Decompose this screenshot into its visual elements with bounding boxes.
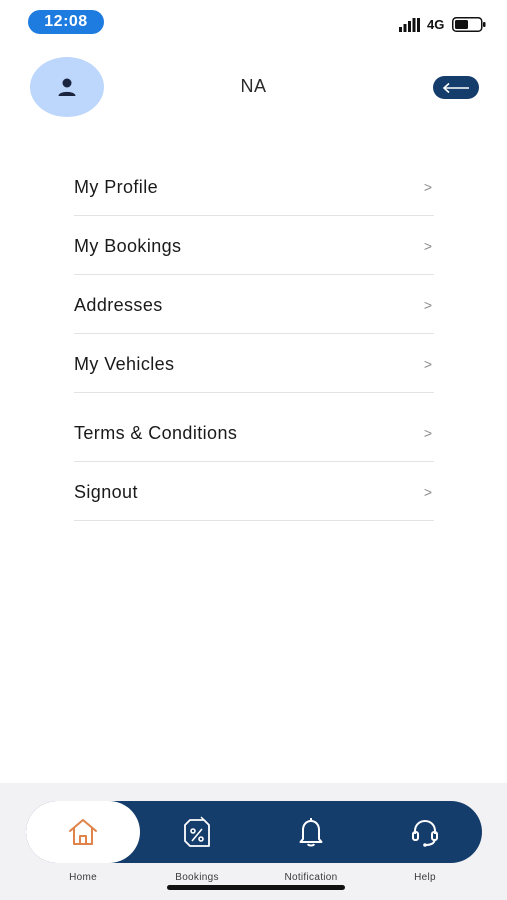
status-time: 12:08 — [28, 10, 104, 34]
nav-label-notification[interactable]: Notification — [261, 872, 361, 883]
menu-item-label: My Profile — [74, 176, 159, 197]
signal-bars-icon — [399, 18, 420, 32]
back-button[interactable] — [433, 76, 479, 99]
menu-item-signout[interactable]: Signout > — [74, 462, 434, 521]
chevron-right-icon: > — [423, 179, 432, 195]
chevron-right-icon: > — [423, 297, 432, 313]
menu-item-label: Addresses — [74, 294, 163, 315]
status-bar: 12:08 4G — [0, 0, 507, 44]
battery-icon — [452, 17, 486, 32]
menu-item-my-bookings[interactable]: My Bookings > — [74, 216, 434, 275]
network-type: 4G — [427, 17, 445, 32]
chevron-right-icon: > — [423, 484, 432, 500]
headset-icon[interactable] — [408, 815, 442, 849]
menu-item-label: Signout — [74, 481, 138, 502]
menu-item-my-profile[interactable]: My Profile > — [74, 157, 434, 216]
nav-label-help[interactable]: Help — [375, 872, 475, 883]
profile-menu: My Profile > My Bookings > Addresses > M… — [74, 157, 434, 521]
home-indicator — [167, 885, 345, 890]
menu-item-my-vehicles[interactable]: My Vehicles > — [74, 334, 434, 393]
bell-icon[interactable] — [294, 815, 328, 849]
nav-label-bookings[interactable]: Bookings — [147, 872, 247, 883]
user-name: NA — [240, 76, 267, 96]
menu-item-terms-conditions[interactable]: Terms & Conditions > — [74, 403, 434, 462]
chevron-right-icon: > — [423, 238, 432, 254]
chevron-right-icon: > — [423, 425, 432, 441]
menu-item-addresses[interactable]: Addresses > — [74, 275, 434, 334]
nav-label-home[interactable]: Home — [33, 872, 133, 883]
discount-tag-icon[interactable] — [180, 815, 214, 849]
arrow-left-icon — [442, 82, 469, 93]
menu-item-label: My Bookings — [74, 235, 182, 256]
menu-item-label: Terms & Conditions — [74, 422, 238, 443]
home-icon[interactable] — [66, 815, 100, 849]
menu-item-label: My Vehicles — [74, 353, 175, 374]
chevron-right-icon: > — [423, 356, 432, 372]
